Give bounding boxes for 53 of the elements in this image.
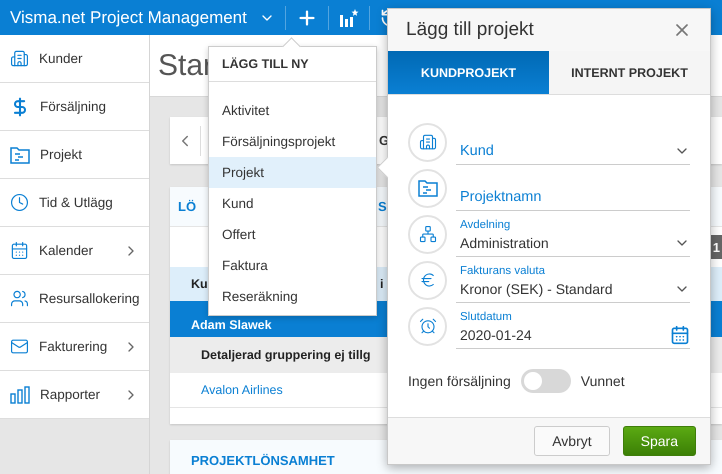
app-title: Visma.net Project Management	[9, 8, 247, 28]
envelope-icon	[10, 337, 29, 356]
menu-title: LÄGG TILL NY	[209, 47, 376, 82]
clock-icon	[10, 193, 29, 212]
toggle-label: Ingen försäljning	[408, 373, 511, 389]
sidebar-item[interactable]: Försäljning	[0, 83, 149, 131]
sidebar-item[interactable]: Projekt	[0, 131, 149, 179]
folder-badge-icon	[408, 168, 447, 208]
menu-item[interactable]: Aktivitet	[209, 95, 376, 126]
menu-item[interactable]: Offert	[209, 219, 376, 250]
save-button[interactable]: Spara	[622, 426, 696, 456]
calendar-icon	[10, 241, 29, 260]
building-icon	[10, 49, 29, 68]
sidebar-item[interactable]: Resursallokering	[0, 275, 149, 323]
alarm-clock-badge-icon	[408, 306, 447, 346]
field-label: Slutdatum	[459, 311, 513, 323]
sidebar-item[interactable]: Kunder	[0, 35, 149, 83]
calendar-icon[interactable]	[670, 325, 690, 345]
tab[interactable]: KUNDPROJEKT	[388, 51, 549, 94]
org-chart-badge-icon	[408, 214, 447, 254]
toggle-label: Vunnet	[580, 373, 625, 389]
folder-icon	[10, 146, 30, 164]
people-icon	[10, 289, 29, 308]
menu-item[interactable]: Reseräkning	[209, 281, 376, 312]
group-label: Adam Slawek	[191, 318, 272, 332]
tab[interactable]: INTERNT PROJEKT	[549, 51, 710, 94]
column-header: Ku	[191, 277, 209, 291]
dialog-title: Lägg till projekt	[406, 19, 534, 41]
sidebar-item[interactable]: Rapporter	[0, 371, 149, 419]
euro-badge-icon	[408, 260, 447, 300]
input-field[interactable]: 2020-01-24	[456, 325, 670, 345]
customer-link[interactable]: Avalon Airlines	[201, 383, 283, 397]
menu-item[interactable]: Projekt	[209, 157, 376, 188]
field-label: Avdelning	[459, 219, 512, 231]
building-badge-icon	[408, 122, 447, 162]
chart-star-icon[interactable]	[338, 8, 359, 26]
section-title: PROJEKTLÖNSAMHET	[191, 452, 335, 468]
input-field[interactable]: Kund	[456, 141, 674, 161]
input-field[interactable]: Administration	[456, 233, 674, 253]
field-label: Fakturans valuta	[459, 265, 546, 277]
group-label: Detaljerad gruppering ej tillg	[201, 348, 370, 362]
sidebar-item[interactable]: Tid & Utlägg	[0, 179, 149, 227]
menu-item[interactable]: Faktura	[209, 250, 376, 281]
sidebar-item[interactable]: Fakturering	[0, 323, 149, 371]
bar-chart-icon	[10, 386, 30, 404]
input-field[interactable]: Kronor (SEK) - Standard	[456, 279, 674, 299]
toggle-switch[interactable]	[520, 369, 571, 393]
menu-item[interactable]: Kund	[209, 188, 376, 219]
sidebar-item[interactable]: Kalender	[0, 227, 149, 275]
menu-item[interactable]: Försäljningsprojekt	[209, 126, 376, 157]
cancel-button[interactable]: Avbryt	[534, 426, 610, 456]
input-field[interactable]: Projektnamn	[456, 187, 690, 207]
column-header: i	[380, 277, 384, 291]
